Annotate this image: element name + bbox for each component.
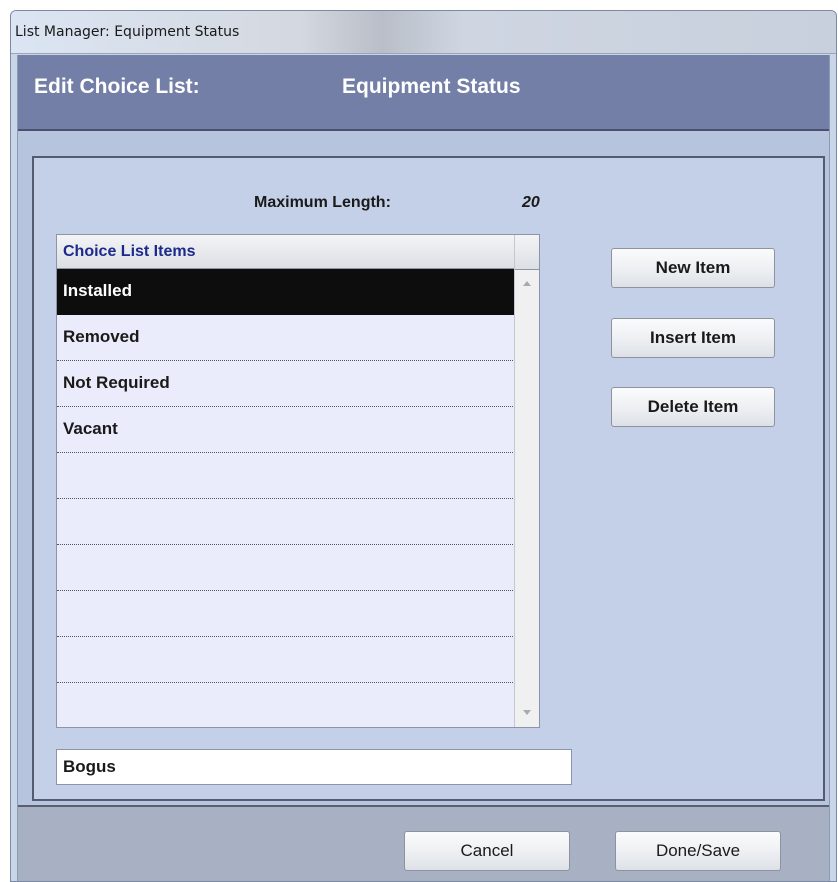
dialog-frame: Edit Choice List: Equipment Status Maxim…	[17, 55, 830, 881]
list-item[interactable]: Not Required	[57, 361, 533, 407]
list-item[interactable]	[57, 499, 533, 545]
done-save-button[interactable]: Done/Save	[615, 831, 781, 871]
column-header-label: Choice List Items	[63, 243, 196, 260]
list-item-label: Not Required	[63, 373, 170, 392]
edit-choice-list-label: Edit Choice List:	[34, 75, 200, 98]
scroll-down-arrow-icon[interactable]	[523, 710, 531, 715]
list-item[interactable]	[57, 453, 533, 499]
insert-item-button[interactable]: Insert Item	[611, 318, 775, 358]
scroll-up-arrow-icon[interactable]	[523, 281, 531, 286]
maximum-length-label: Maximum Length:	[254, 194, 391, 211]
choice-list-rows: Installed Removed Not Required Vacant	[57, 269, 533, 727]
list-item-label: Removed	[63, 327, 140, 346]
dialog-header: Edit Choice List: Equipment Status	[18, 55, 829, 131]
new-item-button[interactable]: New Item	[611, 248, 775, 288]
choice-list[interactable]: Choice List Items Installed Removed Not Re…	[56, 234, 540, 728]
choice-list-column-header: Choice List Items	[57, 235, 533, 269]
window-titlebar[interactable]: List Manager: Equipment Status	[11, 11, 836, 54]
scrollbar-header-cap	[515, 235, 539, 270]
item-entry-field[interactable]: Bogus	[56, 749, 572, 785]
list-item-label: Vacant	[63, 419, 118, 438]
list-item[interactable]	[57, 591, 533, 637]
list-item[interactable]: Installed	[57, 269, 533, 315]
list-item[interactable]	[57, 637, 533, 683]
window-title: List Manager: Equipment Status	[15, 24, 240, 40]
maximum-length-value: 20	[522, 194, 540, 211]
list-item[interactable]: Removed	[57, 315, 533, 361]
delete-item-button[interactable]: Delete Item	[611, 387, 775, 427]
cancel-button[interactable]: Cancel	[404, 831, 570, 871]
list-item-label: Installed	[63, 281, 132, 300]
list-item[interactable]	[57, 683, 533, 727]
list-manager-window: List Manager: Equipment Status Edit Choi…	[10, 10, 837, 882]
list-item[interactable]: Vacant	[57, 407, 533, 453]
dialog-footer: Cancel Done/Save	[18, 805, 829, 881]
choice-list-name: Equipment Status	[342, 75, 521, 98]
list-scrollbar[interactable]	[514, 235, 539, 727]
content-panel: Maximum Length: 20 Choice List Items Ins…	[32, 156, 825, 801]
list-item[interactable]	[57, 545, 533, 591]
